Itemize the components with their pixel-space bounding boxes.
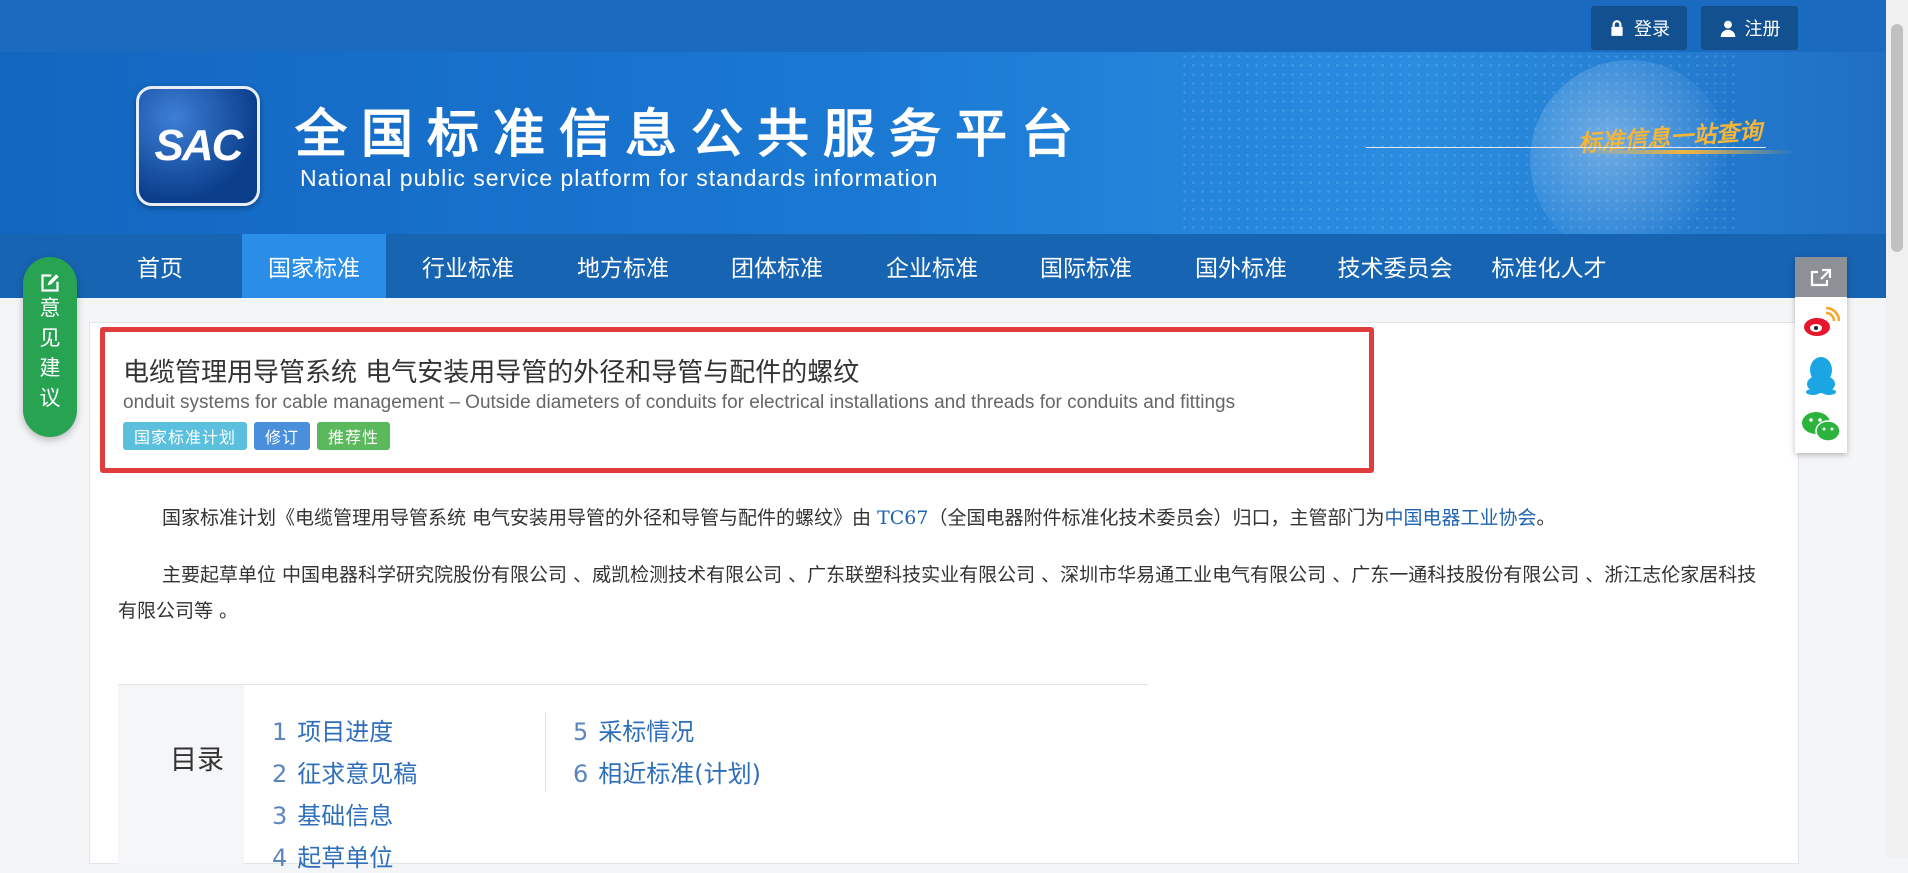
feedback-label: 意见建议 [39,296,61,410]
tag-recommended: 推荐性 [317,422,391,450]
standard-title: 电缆管理用导管系统 电气安装用导管的外径和导管与配件的螺纹 [123,358,860,388]
toc-column-separator [545,712,546,792]
toc-item-adoption[interactable]: 5 采标情况 [573,712,694,747]
toc-top-border [118,684,1148,685]
toc-item-label: 项目进度 [297,718,394,746]
nav-item-foreign-standards[interactable]: 国外标准 [1173,234,1309,298]
share-panel [1795,257,1847,453]
nav-item-national-standards[interactable]: 国家标准 [242,234,386,298]
toc-label: 目录 [170,745,224,776]
site-title-en: National public service platform for sta… [300,165,939,191]
nav-item-enterprise-standards[interactable]: 企业标准 [864,234,1000,298]
nav-item-technical-committees[interactable]: 技术委员会 [1327,234,1463,298]
lock-icon [1611,20,1623,36]
tag-revision: 修订 [254,422,311,450]
nav-item-local-standards[interactable]: 地方标准 [555,234,691,298]
edit-icon [41,274,59,292]
weibo-icon [1804,307,1840,336]
toc-item-label: 基础信息 [297,802,394,830]
department-link[interactable]: 中国电器工业协会 [1385,507,1537,529]
tag-national-plan: 国家标准计划 [123,422,248,450]
standard-english-title: onduit systems for cable management – Ou… [123,392,1236,413]
toc-num: 6 [573,760,589,788]
slogan-underline [1575,150,1795,154]
share-icon [1810,268,1832,287]
toc-num: 4 [272,844,288,872]
toc-item-label: 征求意见稿 [297,760,418,788]
scrollbar-thumb[interactable] [1891,24,1903,252]
toc-num: 5 [573,718,589,746]
toc-num: 2 [272,760,288,788]
toc-item-label: 采标情况 [598,718,695,746]
logo-text: SAC [154,121,244,170]
nav-item-group-standards[interactable]: 团体标准 [709,234,845,298]
toc-item-label: 起草单位 [297,844,394,872]
wechat-icon [1802,412,1841,442]
description-suffix: 。 [1536,507,1556,529]
register-label: 注册 [1744,19,1781,40]
main-nav: 首页 国家标准 行业标准 地方标准 团体标准 企业标准 国际标准 国外标准 技术… [0,234,1886,298]
site-banner: SAC 全国标准信息公共服务平台 National public service… [0,52,1886,234]
toc-item-similar-standards[interactable]: 6 相近标准(计划) [573,754,761,789]
toc-num: 1 [272,718,288,746]
standard-header: 电缆管理用导管系统 电气安装用导管的外径和导管与配件的螺纹 onduit sys… [100,327,1374,473]
toc-item-drafting-units[interactable]: 4 起草单位 [272,838,393,873]
description-middle: （全国电器附件标准化技术委员会）归口，主管部门为 [928,507,1385,529]
nav-item-standardization-talent[interactable]: 标准化人才 [1481,234,1617,298]
wechat-share[interactable] [1795,401,1847,453]
site-title-cn: 全国标准信息公共服务平台 [295,105,1088,165]
top-bar: 登录 注册 [0,0,1886,52]
description-drafters: 主要起草单位 中国电器科学研究院股份有限公司 、威凯检测技术有限公司 、广东联塑… [118,564,1757,622]
tc67-link[interactable]: TC67 [877,507,928,529]
user-icon [1720,20,1735,37]
toc-item-progress[interactable]: 1 项目进度 [272,712,393,747]
toc-item-label: 相近标准(计划) [598,760,762,788]
share-toggle[interactable] [1795,257,1847,297]
vertical-scrollbar[interactable] [1886,0,1908,858]
divider [1366,147,1766,148]
nav-item-international-standards[interactable]: 国际标准 [1018,234,1154,298]
description-responsible: 国家标准计划《电缆管理用导管系统 电气安装用导管的外径和导管与配件的螺纹》由 T… [118,500,1758,536]
nav-item-home[interactable]: 首页 [116,234,204,298]
qq-icon [1806,357,1836,395]
description-prefix: 国家标准计划《电缆管理用导管系统 电气安装用导管的外径和导管与配件的螺纹》由 [162,507,878,529]
toc-item-basic-info[interactable]: 3 基础信息 [272,796,393,831]
login-button[interactable]: 登录 [1591,6,1687,50]
nav-item-industry-standards[interactable]: 行业标准 [400,234,536,298]
toc-num: 3 [272,802,288,830]
sac-logo[interactable]: SAC [136,86,260,206]
weibo-share[interactable] [1795,297,1847,349]
register-button[interactable]: 注册 [1701,6,1798,50]
standard-tags: 国家标准计划 修订 推荐性 [123,422,391,450]
login-label: 登录 [1634,19,1670,40]
qq-share[interactable] [1795,349,1847,401]
feedback-button[interactable]: 意见建议 [23,257,77,437]
toc-item-draft-for-comment[interactable]: 2 征求意见稿 [272,754,417,789]
